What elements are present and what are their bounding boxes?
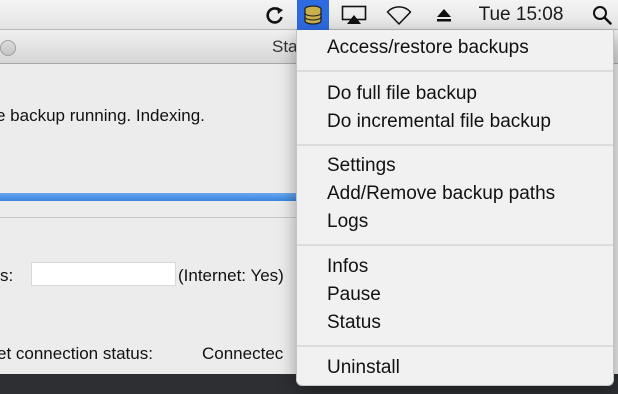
menu-item-infos[interactable]: Infos <box>327 253 368 281</box>
menu-separator <box>297 144 613 146</box>
internet-status-text: (Internet: Yes) <box>178 266 284 285</box>
menu-separator <box>297 244 613 246</box>
menu-item-uninstall[interactable]: Uninstall <box>327 354 400 382</box>
menu-separator <box>297 70 613 72</box>
ip-label: s: <box>0 266 14 285</box>
menu-item-add-remove-backup-paths[interactable]: Add/Remove backup paths <box>327 180 555 208</box>
window-title: Sta <box>272 37 298 56</box>
connection-status-label: et connection status: <box>0 344 153 363</box>
wifi-icon[interactable] <box>383 0 415 30</box>
backup-status-text: e backup running. Indexing. <box>0 106 205 125</box>
airplay-icon[interactable] <box>338 0 370 30</box>
window-control-button[interactable] <box>0 40 16 56</box>
spotlight-search-icon[interactable] <box>588 0 616 30</box>
menu-item-pause[interactable]: Pause <box>327 281 381 309</box>
menu-item-full-file-backup[interactable]: Do full file backup <box>327 80 477 108</box>
menu-bar: Tue 15:08 <box>0 0 618 30</box>
menu-item-settings[interactable]: Settings <box>327 152 396 180</box>
refresh-icon[interactable] <box>262 0 288 30</box>
connection-status-value: Connectec <box>202 344 284 363</box>
eject-icon[interactable] <box>431 0 457 30</box>
menu-item-access-restore-backups[interactable]: Access/restore backups <box>327 34 529 62</box>
menu-bar-clock[interactable]: Tue 15:08 <box>470 0 572 30</box>
menu-separator <box>297 345 613 347</box>
menu-item-logs[interactable]: Logs <box>327 208 368 236</box>
server-address-field <box>31 262 176 286</box>
divider <box>0 217 300 218</box>
backup-progress-bar <box>0 193 300 201</box>
menu-item-status[interactable]: Status <box>327 309 381 337</box>
backup-app-icon[interactable] <box>297 0 329 30</box>
backup-dropdown-menu: Access/restore backups Do full file back… <box>296 30 614 386</box>
menu-item-incremental-file-backup[interactable]: Do incremental file backup <box>327 108 551 136</box>
